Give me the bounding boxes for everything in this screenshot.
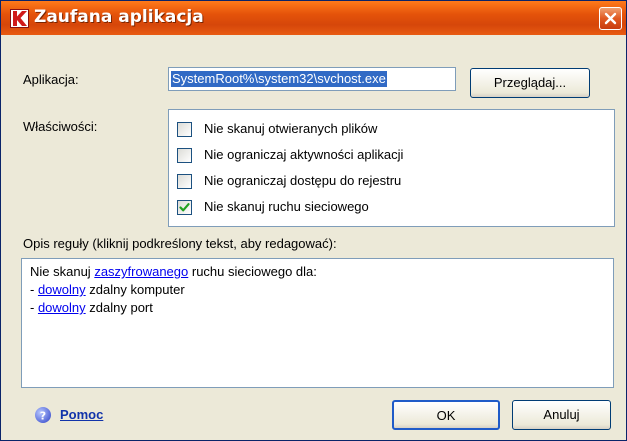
rule-line: Nie skanuj zaszyfrowanego ruchu sieciowe… xyxy=(30,264,317,279)
rule-description-box: Nie skanuj zaszyfrowanego ruchu sieciowe… xyxy=(21,258,614,388)
properties-label: Właściwości: xyxy=(23,119,98,134)
ok-button[interactable]: OK xyxy=(392,400,500,430)
rule-text: ruchu sieciowego dla: xyxy=(188,264,317,279)
dialog-window: Zaufana aplikacja Aplikacja: SystemRoot%… xyxy=(0,0,627,441)
rule-description-label: Opis reguły (kliknij podkreślony tekst, … xyxy=(23,236,337,251)
rule-line: - dowolny zdalny komputer xyxy=(30,282,185,297)
rule-text: - xyxy=(30,300,38,315)
rule-text: zdalny port xyxy=(85,300,153,315)
checkbox[interactable] xyxy=(177,148,192,163)
close-icon xyxy=(604,12,617,25)
checkbox-checked[interactable] xyxy=(177,200,192,215)
help-question-icon[interactable]: ? xyxy=(35,407,51,423)
rule-text: zdalny komputer xyxy=(85,282,185,297)
cancel-button[interactable]: Anuluj xyxy=(512,400,611,430)
help-link[interactable]: Pomoc xyxy=(60,407,103,422)
option-label: Nie skanuj ruchu sieciowego xyxy=(204,199,369,214)
option-label: Nie ograniczaj dostępu do rejestru xyxy=(204,173,402,188)
kaspersky-logo-icon xyxy=(10,9,29,28)
application-path-field[interactable]: SystemRoot%\system32\svchost.exe xyxy=(168,67,456,91)
checkmark-icon xyxy=(179,203,190,212)
option-label: Nie ograniczaj aktywności aplikacji xyxy=(204,147,404,162)
application-path-value: SystemRoot%\system32\svchost.exe xyxy=(171,71,387,87)
properties-list: Nie skanuj otwieranych plików Nie ograni… xyxy=(168,109,615,227)
checkbox[interactable] xyxy=(177,122,192,137)
window-title: Zaufana aplikacja xyxy=(34,7,204,27)
rule-text: Nie skanuj xyxy=(30,264,95,279)
checkbox[interactable] xyxy=(177,174,192,189)
rule-link-encrypted[interactable]: zaszyfrowanego xyxy=(94,264,188,279)
rule-link-any-port[interactable]: dowolny xyxy=(38,300,86,315)
application-label: Aplikacja: xyxy=(23,72,79,87)
rule-text: - xyxy=(30,282,38,297)
rule-link-any-computer[interactable]: dowolny xyxy=(38,282,86,297)
rule-line: - dowolny zdalny port xyxy=(30,300,153,315)
title-bar[interactable]: Zaufana aplikacja xyxy=(1,1,626,35)
svg-text:?: ? xyxy=(40,410,46,423)
browse-button[interactable]: Przeglądaj... xyxy=(470,68,590,98)
close-button[interactable] xyxy=(599,7,622,30)
option-label: Nie skanuj otwieranych plików xyxy=(204,121,378,136)
